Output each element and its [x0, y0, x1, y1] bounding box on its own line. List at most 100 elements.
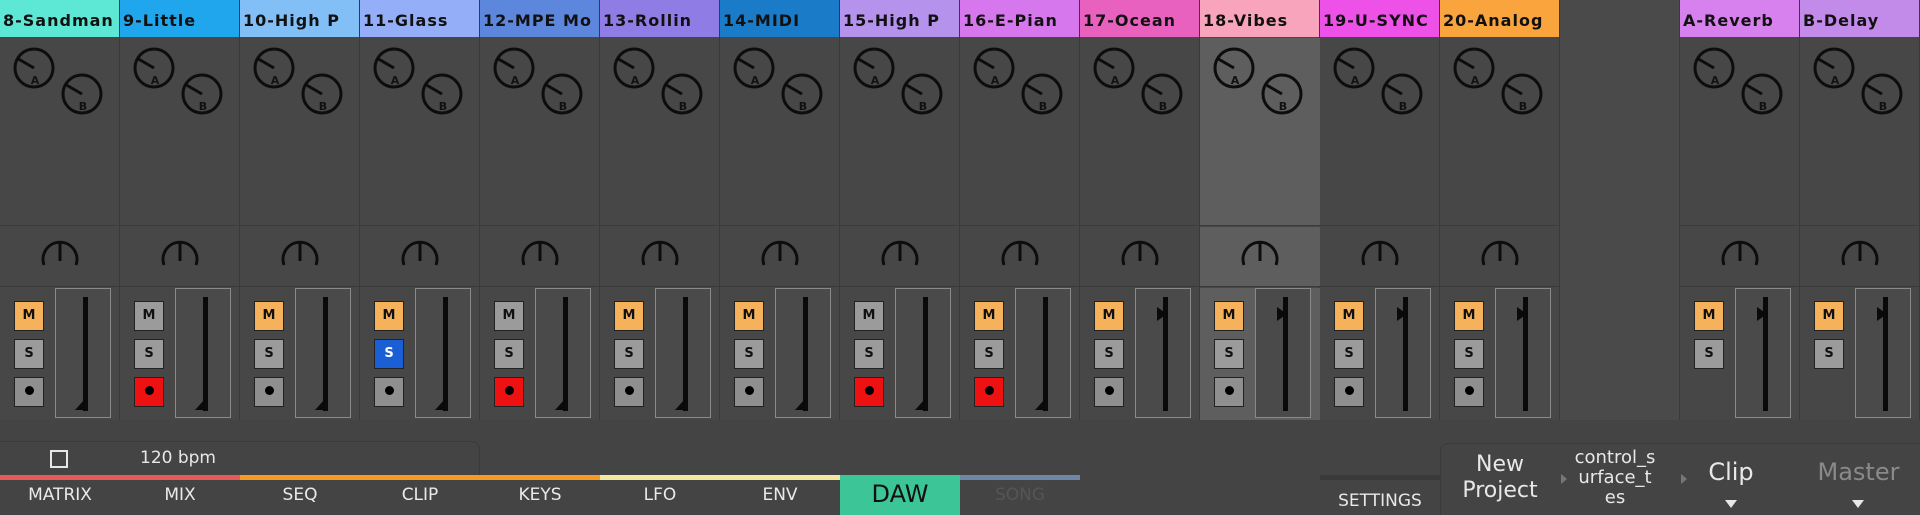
pan-knob[interactable] — [1718, 239, 1762, 283]
mute-button[interactable]: M — [734, 301, 764, 331]
record-arm-button[interactable] — [374, 377, 404, 407]
fader-handle-icon[interactable] — [75, 399, 85, 410]
pan-knob[interactable] — [998, 239, 1042, 283]
send-b-knob[interactable]: B — [1861, 73, 1903, 124]
track-name[interactable]: 10-High P — [240, 0, 359, 37]
mute-button[interactable]: M — [854, 301, 884, 331]
pan-knob[interactable] — [878, 239, 922, 283]
volume-fader[interactable] — [655, 288, 711, 418]
solo-button[interactable]: S — [1334, 339, 1364, 369]
track-name[interactable]: 13-Rollin — [600, 0, 719, 37]
fader-handle-icon[interactable] — [795, 399, 805, 410]
volume-fader[interactable] — [295, 288, 351, 418]
volume-fader[interactable] — [1015, 288, 1071, 418]
mute-button[interactable]: M — [614, 301, 644, 331]
mute-button[interactable]: M — [1454, 301, 1484, 331]
solo-button[interactable]: S — [254, 339, 284, 369]
tab-song[interactable]: SONG — [960, 475, 1080, 515]
track-name[interactable]: 18-Vibes — [1200, 0, 1319, 37]
solo-button[interactable]: S — [14, 339, 44, 369]
mute-button[interactable]: M — [254, 301, 284, 331]
record-arm-button[interactable] — [134, 377, 164, 407]
pan-knob[interactable] — [1478, 239, 1522, 283]
track-name[interactable]: 19-U-SYNC — [1320, 0, 1439, 37]
record-arm-button[interactable] — [494, 377, 524, 407]
record-arm-button[interactable] — [254, 377, 284, 407]
tab-daw[interactable]: DAW — [840, 475, 960, 515]
track-strip[interactable]: 14-MIDI A B M S — [720, 0, 840, 420]
volume-fader[interactable] — [175, 288, 231, 418]
project-name-button[interactable]: control_s urface_t es — [1565, 444, 1665, 515]
transport-checkbox[interactable] — [50, 450, 68, 468]
clip-button[interactable]: Clip — [1671, 444, 1791, 515]
send-b-knob[interactable]: B — [781, 73, 823, 124]
mute-button[interactable]: M — [974, 301, 1004, 331]
record-arm-button[interactable] — [1214, 377, 1244, 407]
track-strip[interactable]: 20-Analog A B M S — [1440, 0, 1560, 420]
fader-handle-icon[interactable] — [675, 399, 685, 410]
record-arm-button[interactable] — [1334, 377, 1364, 407]
send-b-knob[interactable]: B — [661, 73, 703, 124]
tab-lfo[interactable]: LFO — [600, 475, 720, 515]
send-b-knob[interactable]: B — [1381, 73, 1423, 124]
send-b-knob[interactable]: B — [901, 73, 943, 124]
track-strip[interactable]: 16-E-Pian A B M S — [960, 0, 1080, 420]
send-a-knob[interactable]: A — [373, 47, 415, 98]
send-b-knob[interactable]: B — [541, 73, 583, 124]
send-a-knob[interactable]: A — [1453, 47, 1495, 98]
track-strip[interactable]: 12-MPE Mo A B M S — [480, 0, 600, 420]
mute-button[interactable]: M — [1694, 301, 1724, 331]
track-strip[interactable]: 17-Ocean A B M S — [1080, 0, 1200, 420]
tab-env[interactable]: ENV — [720, 475, 840, 515]
solo-button[interactable]: S — [494, 339, 524, 369]
volume-fader[interactable] — [1735, 288, 1791, 418]
record-arm-button[interactable] — [614, 377, 644, 407]
new-project-button[interactable]: New Project — [1441, 444, 1559, 515]
fader-handle-icon[interactable] — [555, 399, 565, 410]
settings-button[interactable]: SETTINGS — [1320, 475, 1440, 515]
track-strip[interactable]: 13-Rollin A B M S — [600, 0, 720, 420]
solo-button[interactable]: S — [1214, 339, 1244, 369]
mute-button[interactable]: M — [1334, 301, 1364, 331]
track-name[interactable]: 9-Little — [120, 0, 239, 37]
track-strip[interactable]: 18-Vibes A B M S — [1200, 0, 1320, 420]
master-button[interactable]: Master — [1796, 444, 1920, 515]
send-b-knob[interactable]: B — [181, 73, 223, 124]
send-a-knob[interactable]: A — [1693, 47, 1735, 98]
track-strip[interactable]: 15-High PABMS — [840, 0, 960, 420]
mute-button[interactable]: M — [1814, 301, 1844, 331]
fader-handle-icon[interactable] — [1397, 307, 1407, 321]
track-strip[interactable]: 10-High PABMS — [240, 0, 360, 420]
send-a-knob[interactable]: A — [1813, 47, 1855, 98]
volume-fader[interactable] — [55, 288, 111, 418]
tab-matrix[interactable]: MATRIX — [0, 475, 120, 515]
track-name[interactable]: 14-MIDI — [720, 0, 839, 37]
solo-button[interactable]: S — [614, 339, 644, 369]
mute-button[interactable]: M — [14, 301, 44, 331]
record-arm-button[interactable] — [974, 377, 1004, 407]
record-arm-button[interactable] — [1094, 377, 1124, 407]
pan-knob[interactable] — [758, 239, 802, 283]
tab-keys[interactable]: KEYS — [480, 475, 600, 515]
track-strip[interactable]: 11-Glass A B M S — [360, 0, 480, 420]
fader-handle-icon[interactable] — [1877, 307, 1887, 321]
solo-button[interactable]: S — [1814, 339, 1844, 369]
track-name[interactable]: 16-E-Pian — [960, 0, 1079, 37]
fader-handle-icon[interactable] — [195, 399, 205, 410]
pan-knob[interactable] — [638, 239, 682, 283]
pan-knob[interactable] — [1838, 239, 1882, 283]
solo-button[interactable]: S — [1454, 339, 1484, 369]
send-a-knob[interactable]: A — [1333, 47, 1375, 98]
fader-handle-icon[interactable] — [1277, 307, 1287, 321]
fader-handle-icon[interactable] — [915, 399, 925, 410]
track-name[interactable]: 8-Sandman — [0, 0, 119, 37]
pan-knob[interactable] — [1358, 239, 1402, 283]
solo-button[interactable]: S — [374, 339, 404, 369]
send-a-knob[interactable]: A — [853, 47, 895, 98]
send-b-knob[interactable]: B — [1741, 73, 1783, 124]
track-name[interactable]: 17-Ocean — [1080, 0, 1199, 37]
track-strip[interactable]: B-Delay A B M S — [1800, 0, 1920, 420]
record-arm-button[interactable] — [854, 377, 884, 407]
volume-fader[interactable] — [1855, 288, 1911, 418]
fader-handle-icon[interactable] — [435, 399, 445, 410]
